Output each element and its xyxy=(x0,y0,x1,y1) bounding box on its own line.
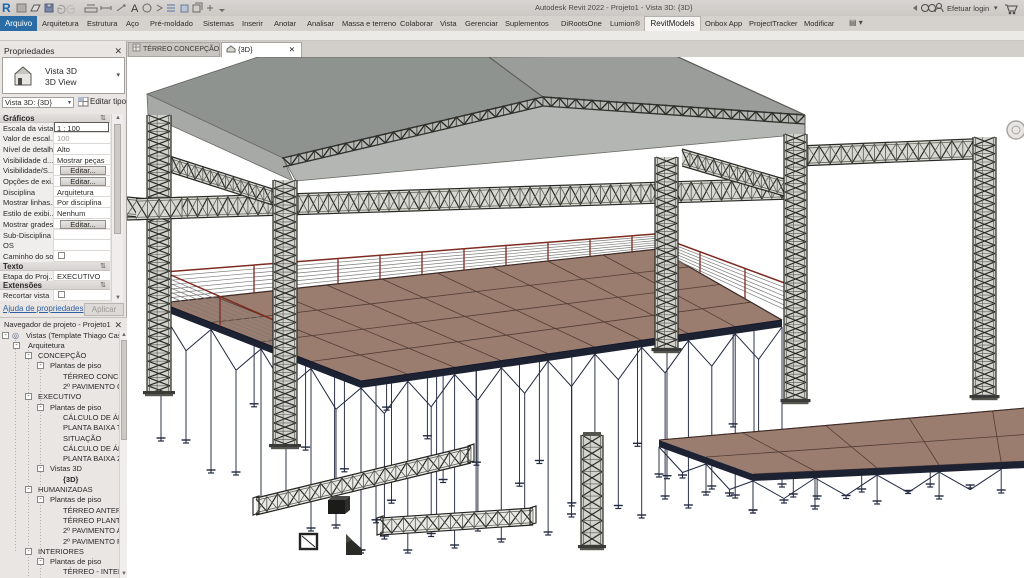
svg-text:A: A xyxy=(131,3,139,15)
